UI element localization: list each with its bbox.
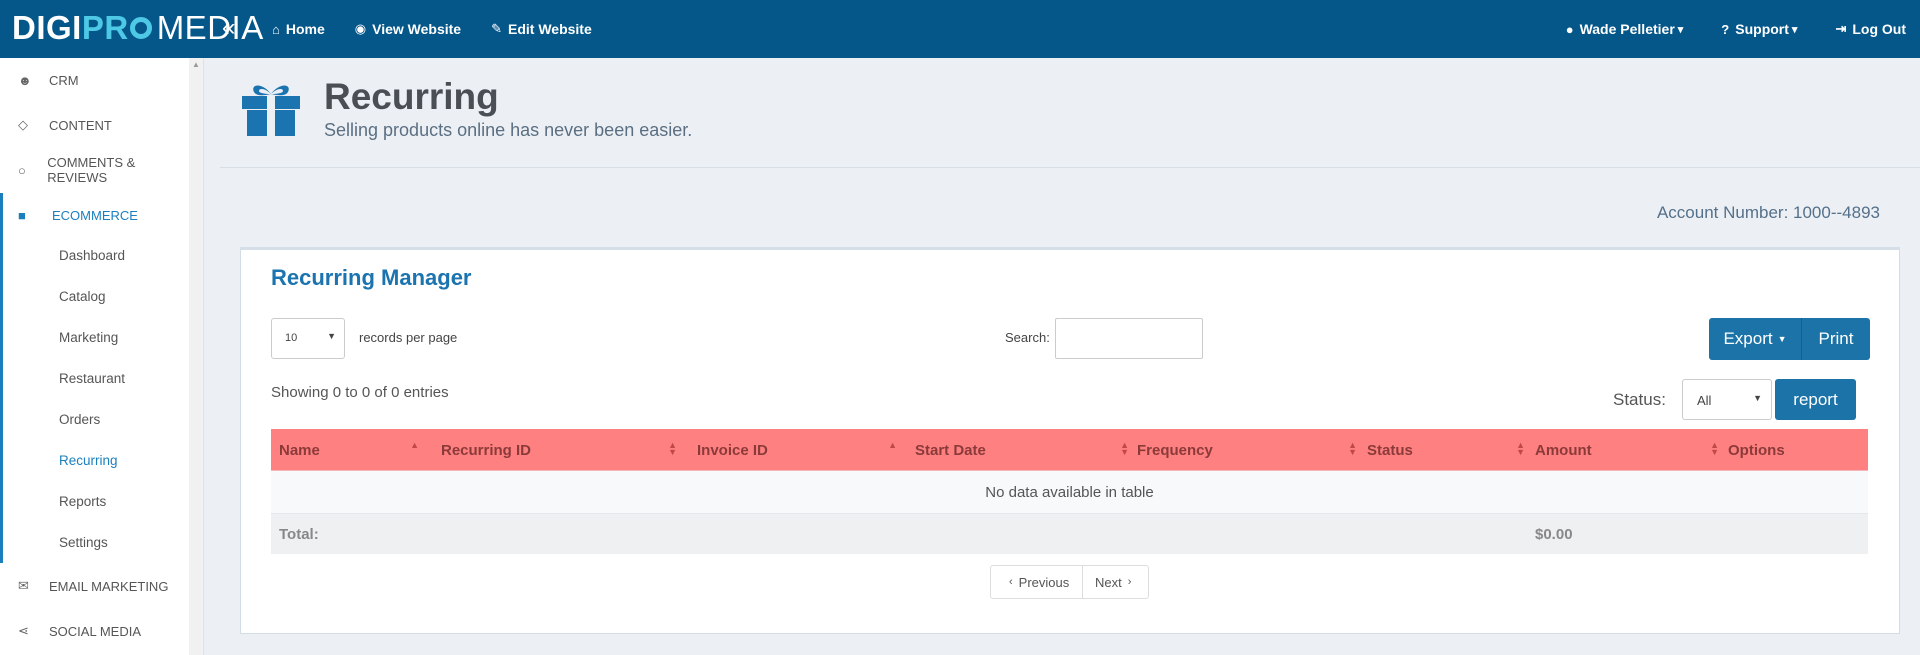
sidebar-item-comments-reviews[interactable]: ○ COMMENTS & REVIEWS — [0, 148, 190, 192]
sidebar-subitem-marketing[interactable]: Marketing — [0, 317, 190, 358]
chevron-down-icon: ▾ — [1677, 23, 1684, 36]
sidebar-subitem-reports[interactable]: Reports — [0, 481, 190, 522]
comment-icon: ○ — [18, 162, 26, 178]
page-subtitle: Selling products online has never been e… — [324, 120, 693, 140]
column-header-name[interactable]: Name ▲ — [279, 429, 431, 471]
column-header-status[interactable]: Status ▲ ▼ — [1367, 429, 1525, 471]
recurring-manager-panel: Recurring Manager 10 ▼ records per page S… — [240, 247, 1900, 634]
top-navbar: DIGI PR MEDIA « ⌂ Home ◉ View Website ✎ Edi… — [0, 0, 1920, 58]
caret-down-icon: ▼ — [1753, 393, 1762, 403]
page-length-select[interactable]: 10 ▼ — [271, 318, 345, 359]
sidebar-item-crm[interactable]: ☻ CRM — [0, 58, 190, 102]
table-header: Name ▲ Recurring ID ▲ ▼ Invoice ID ▲ Start D… — [271, 429, 1868, 471]
users-icon: ☻ — [18, 72, 32, 88]
diamond-icon: ◇ — [18, 117, 28, 132]
caret-down-icon: ▼ — [327, 331, 336, 341]
account-number: Account Number: 1000--4893 — [1656, 203, 1880, 222]
envelope-icon: ✉ — [18, 578, 29, 593]
column-header-options: Options — [1728, 441, 1785, 459]
sidebar-subitem-restaurant[interactable]: Restaurant — [0, 358, 190, 399]
sidebar-item-ecommerce[interactable]: ■ ECOMMERCE — [0, 193, 190, 237]
search-input[interactable] — [1055, 318, 1203, 359]
panel-title: Recurring Manager — [271, 265, 472, 290]
view-website-link[interactable]: ◉ View Website — [355, 21, 461, 37]
sort-icon: ▲ ▼ — [1120, 440, 1129, 457]
edit-website-link[interactable]: ✎ Edit Website — [491, 21, 592, 37]
recurring-table: Name ▲ Recurring ID ▲ ▼ Invoice ID ▲ Start D… — [271, 429, 1868, 554]
logout-icon: ⇥ — [1835, 21, 1847, 36]
sort-asc-icon: ▲ — [410, 440, 419, 450]
sort-icon: ▲ ▼ — [1710, 440, 1719, 457]
scroll-up-icon[interactable]: ▲ — [192, 60, 200, 69]
sidebar: ☻ CRM ◇ CONTENT ○ COMMENTS & REVIEWS ■ ECOMM… — [0, 58, 204, 655]
brand-part3: MEDIA — [156, 9, 264, 46]
sort-icon: ▲ ▼ — [1516, 440, 1525, 457]
records-per-page-label: records per page — [359, 330, 458, 345]
total-amount: $0.00 — [1535, 526, 1573, 543]
support-menu[interactable]: ? Support ▾ — [1721, 21, 1797, 37]
chevron-right-icon: › — [1127, 576, 1132, 588]
top-nav-links: ⌂ Home ◉ View Website ✎ Edit Website — [272, 0, 622, 58]
sidebar-subitem-catalog[interactable]: Catalog — [0, 276, 190, 317]
chevron-left-icon: ‹ — [1009, 576, 1013, 588]
logout-link[interactable]: ⇥ Log Out — [1835, 21, 1906, 37]
brand-part1: DIGI — [12, 9, 82, 46]
column-header-recurring-id[interactable]: Recurring ID ▲ ▼ — [441, 429, 687, 471]
chevron-down-icon: ▾ — [1791, 23, 1798, 36]
previous-page-button[interactable]: ‹ Previous — [990, 565, 1083, 599]
sidebar-item-content[interactable]: ◇ CONTENT — [0, 103, 190, 147]
export-button[interactable]: Export ▼ — [1709, 318, 1802, 360]
sidebar-item-social-media[interactable]: ⋖ SOCIAL MEDIA — [0, 609, 190, 653]
total-label: Total: — [279, 526, 319, 543]
user-menu[interactable]: ● Wade Pelletier ▾ — [1566, 21, 1684, 37]
column-header-frequency[interactable]: Frequency ▲ ▼ — [1137, 429, 1357, 471]
table-footer: Total: $0.00 — [271, 514, 1868, 554]
sort-asc-icon: ▲ — [888, 440, 897, 450]
sidebar-subitem-dashboard[interactable]: Dashboard — [0, 235, 190, 276]
column-header-amount[interactable]: Amount ▲ ▼ — [1535, 429, 1719, 471]
home-link[interactable]: ⌂ Home — [272, 21, 325, 37]
gift-icon: ■ — [18, 207, 26, 223]
edit-icon: ✎ — [491, 21, 502, 36]
home-icon: ⌂ — [272, 21, 280, 37]
status-label: Status: — [1613, 390, 1666, 409]
user-nav: ● Wade Pelletier ▾ ? Support ▾ ⇥ Log Out — [1528, 0, 1906, 58]
share-icon: ⋖ — [18, 623, 29, 638]
question-icon: ? — [1721, 21, 1730, 37]
sort-icon: ▲ ▼ — [1348, 440, 1357, 457]
pagination: ‹ Previous Next › — [990, 565, 1149, 599]
user-icon: ● — [1565, 21, 1574, 37]
gift-icon — [242, 85, 300, 136]
sidebar-item-email-marketing[interactable]: ✉ EMAIL MARKETING — [0, 564, 190, 608]
search-label: Search: — [1005, 330, 1050, 345]
page-title: Recurring — [324, 76, 499, 117]
sidebar-subitem-settings[interactable]: Settings — [0, 522, 190, 563]
export-button-group: Export ▼ Print — [1709, 318, 1870, 360]
gear-icon — [129, 17, 152, 39]
eye-icon: ◉ — [354, 21, 367, 36]
sidebar-subitem-recurring[interactable]: Recurring — [0, 440, 190, 481]
page-header: Recurring Selling products online has ne… — [220, 58, 1920, 168]
sidebar-scrollbar[interactable]: ▲ — [189, 58, 203, 655]
next-page-button[interactable]: Next › — [1083, 565, 1149, 599]
report-button[interactable]: report — [1775, 379, 1856, 420]
column-header-invoice-id[interactable]: Invoice ID ▲ — [697, 429, 909, 471]
print-button[interactable]: Print — [1802, 318, 1870, 360]
status-select[interactable]: All ▼ — [1682, 379, 1772, 420]
caret-down-icon: ▼ — [1777, 334, 1787, 344]
empty-table-message: No data available in table — [271, 471, 1868, 514]
sidebar-subitem-orders[interactable]: Orders — [0, 399, 190, 440]
sidebar-collapse-icon[interactable]: « — [222, 14, 235, 42]
entries-info: Showing 0 to 0 of 0 entries — [271, 384, 449, 401]
column-header-start-date[interactable]: Start Date ▲ ▼ — [915, 429, 1129, 471]
sort-icon: ▲ ▼ — [668, 440, 677, 457]
brand-part2: PR — [82, 10, 153, 46]
